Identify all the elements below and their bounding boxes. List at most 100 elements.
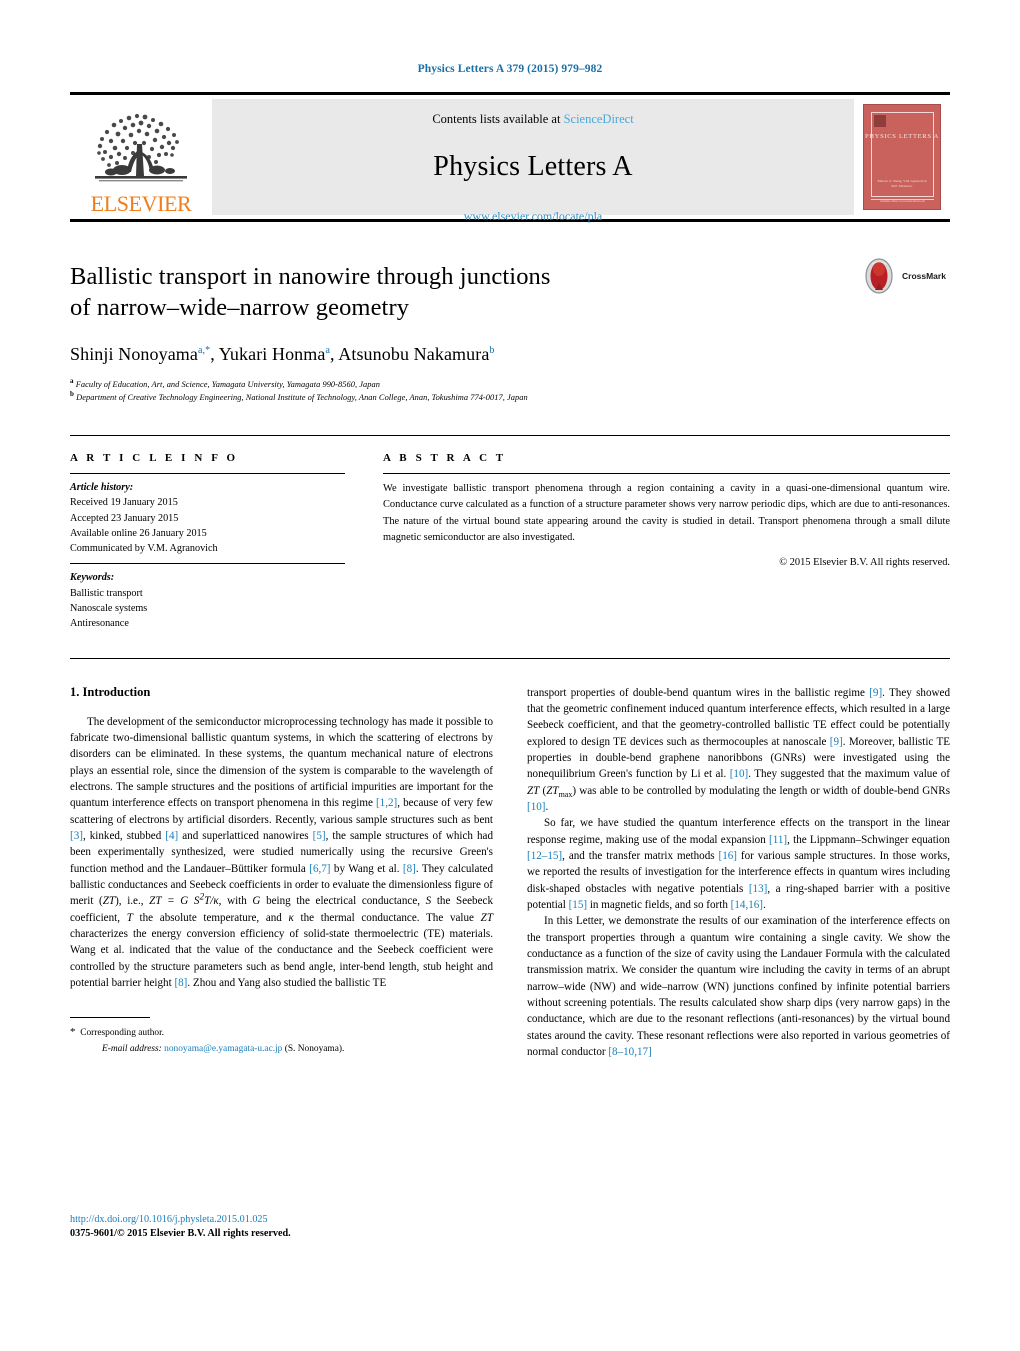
article-info-heading: A R T I C L E I N F O [70, 451, 239, 464]
citation-ref[interactable]: [14,16] [731, 899, 763, 911]
math-zt: ZT [480, 911, 494, 924]
asterisk-icon: * [70, 1026, 76, 1039]
history-item: Accepted 23 January 2015 [70, 512, 179, 524]
math-kappa: κ [288, 911, 294, 924]
page-title: Ballistic transport in nanowire through … [70, 262, 770, 324]
issn-copyright: 0375-9601/© 2015 Elsevier B.V. All right… [70, 1227, 291, 1239]
history-item: Available online 26 January 2015 [70, 527, 207, 539]
keywords-block: Keywords: Ballistic transport Nanoscale … [70, 564, 345, 631]
math-g: G [252, 895, 261, 908]
text-run: transport properties of double-bend quan… [527, 686, 870, 699]
affiliation-text: Faculty of Education, Art, and Science, … [75, 379, 380, 389]
crossmark-badge[interactable]: CrossMark [860, 254, 950, 298]
cover-editors-line2: M.F. Mirtaurov [891, 183, 913, 188]
citation-ref[interactable]: [10] [527, 801, 545, 813]
text-run: In this Letter, we demonstrate the resul… [527, 915, 950, 1059]
keyword-item: Nanoscale systems [70, 603, 148, 615]
text-run: , the Lippmann–Schwinger equation [787, 833, 950, 846]
author-name: Yukari Honma [218, 343, 326, 364]
author-affil-marker[interactable]: a,* [198, 345, 210, 356]
text-run: , kinked, stubbed [82, 830, 166, 843]
citation-ref[interactable]: [1,2] [376, 797, 397, 809]
author-affil-marker[interactable]: b [489, 345, 494, 356]
footnote-block: * Corresponding author. E-mail address: … [70, 1017, 493, 1056]
abstract-copyright: © 2015 Elsevier B.V. All rights reserved… [779, 557, 950, 569]
affiliation-item: a Faculty of Education, Art, and Science… [70, 376, 950, 392]
text-run: . [545, 801, 549, 814]
article-page: Physics Letters A 379 (2015) 979–982 ELS… [0, 0, 1020, 1351]
elsevier-logo: ELSEVIER [70, 95, 212, 219]
citation-ref[interactable]: [8–10,17] [608, 1046, 651, 1058]
affiliation-marker: a [70, 376, 74, 385]
body-column-left: 1. Introduction The development of the s… [70, 685, 493, 1061]
footnote-corresponding: * Corresponding author. [70, 1024, 493, 1041]
elsevier-tree-icon [95, 113, 187, 182]
journal-title: Physics Letters A [433, 151, 633, 182]
abstract-text: We investigate ballistic transport pheno… [383, 482, 950, 543]
title-line-2: of narrow–wide–narrow geometry [70, 293, 410, 321]
paragraph: In this Letter, we demonstrate the resul… [527, 913, 950, 1060]
article-history: Article history: Received 19 January 201… [70, 474, 345, 563]
abstract-column: A B S T R A C T We investigate ballistic… [383, 452, 950, 632]
affiliation-list: a Faculty of Education, Art, and Science… [70, 376, 950, 405]
text-run: in magnetic fields, and so forth [587, 899, 731, 912]
history-item: Communicated by V.M. Agranovich [70, 543, 218, 555]
body-column-right: transport properties of double-bend quan… [527, 685, 950, 1061]
paragraph: transport properties of double-bend quan… [527, 686, 951, 814]
citation-ref[interactable]: [13] [749, 883, 767, 895]
citation-ref[interactable]: [12–15] [527, 850, 562, 862]
citation-ref[interactable]: [9] [869, 687, 882, 699]
author-affil-marker[interactable]: a [325, 345, 330, 356]
body-columns: 1. Introduction The development of the s… [70, 685, 950, 1061]
email-owner: (S. Nonoyama). [284, 1043, 345, 1054]
author-name: Shinji Nonoyama [70, 343, 198, 364]
article-history-label: Article history: [70, 481, 134, 493]
cover-title: PHYSICS LETTERS A [864, 133, 940, 140]
contents-prefix: Contents lists available at [432, 112, 564, 126]
citation-ref[interactable]: [15] [569, 899, 587, 911]
citation-ref[interactable]: [8] [174, 977, 187, 989]
email-link[interactable]: nonoyama@e.yamagata-u.ac.jp [164, 1044, 282, 1054]
cover-editors: Editors: Z. Zheng, V.M. Agranovich M.F. … [864, 179, 940, 189]
citation-ref[interactable]: [16] [719, 850, 737, 862]
affiliation-item: b Department of Creative Technology Engi… [70, 391, 950, 405]
footnote-text: Corresponding author. [80, 1028, 165, 1039]
title-line-1: Ballistic transport in nanowire through … [70, 263, 551, 290]
math-t: T [126, 911, 133, 924]
author-name: Atsunobu Nakamura [338, 343, 490, 364]
cover-bottom-bar: Available online at www.sciencedirect.co… [871, 199, 934, 204]
affiliation-marker: b [70, 390, 74, 399]
math-ztmax: ZTmax [546, 784, 573, 799]
citation-ref[interactable]: [8] [403, 863, 416, 875]
citation-ref[interactable]: [9] [830, 736, 843, 748]
info-abstract-row: A R T I C L E I N F O Article history: R… [70, 436, 950, 632]
footnote-email-line: E-mail address: nonoyama@e.yamagata-u.ac… [70, 1042, 493, 1057]
citation-ref[interactable]: [10] [730, 768, 748, 780]
citation-ref[interactable]: [11] [769, 834, 787, 846]
text-run: The development of the semiconductor mic… [70, 715, 493, 810]
journal-masthead: ELSEVIER Contents lists available at Sci… [70, 92, 950, 223]
journal-cover-wrap: PHYSICS LETTERS A Editors: Z. Zheng, V.M… [854, 95, 950, 219]
citation-ref[interactable]: [6,7] [309, 863, 330, 875]
math-zt: ZT [527, 784, 540, 797]
footnote-rule [70, 1017, 150, 1019]
citation-ref[interactable]: [5] [313, 830, 326, 842]
text-run: . Zhou and Yang also studied the ballist… [187, 977, 387, 990]
keywords-label: Keywords: [70, 572, 115, 584]
math-s: S [425, 895, 432, 908]
text-run: and superlatticed nanowires [178, 830, 313, 843]
citation-ref[interactable]: [4] [165, 830, 178, 842]
sciencedirect-link[interactable]: ScienceDirect [564, 112, 634, 126]
footer-doi-block: http://dx.doi.org/10.1016/j.physleta.201… [70, 1213, 510, 1241]
history-item: Received 19 January 2015 [70, 497, 178, 509]
journal-cover-thumbnail[interactable]: PHYSICS LETTERS A Editors: Z. Zheng, V.M… [863, 104, 941, 210]
text-run: , and the transfer matrix methods [562, 850, 719, 863]
email-label: E-mail address: [102, 1043, 162, 1054]
citation-ref[interactable]: [3] [70, 830, 83, 842]
info-bottom-rule [70, 657, 950, 659]
paragraph: So far, we have studied the quantum inte… [527, 815, 950, 913]
doi-link[interactable]: http://dx.doi.org/10.1016/j.physleta.201… [70, 1213, 510, 1227]
abstract-heading: A B S T R A C T [383, 451, 507, 464]
keyword-item: Antiresonance [70, 618, 129, 630]
math-zt: ZT [102, 895, 116, 908]
